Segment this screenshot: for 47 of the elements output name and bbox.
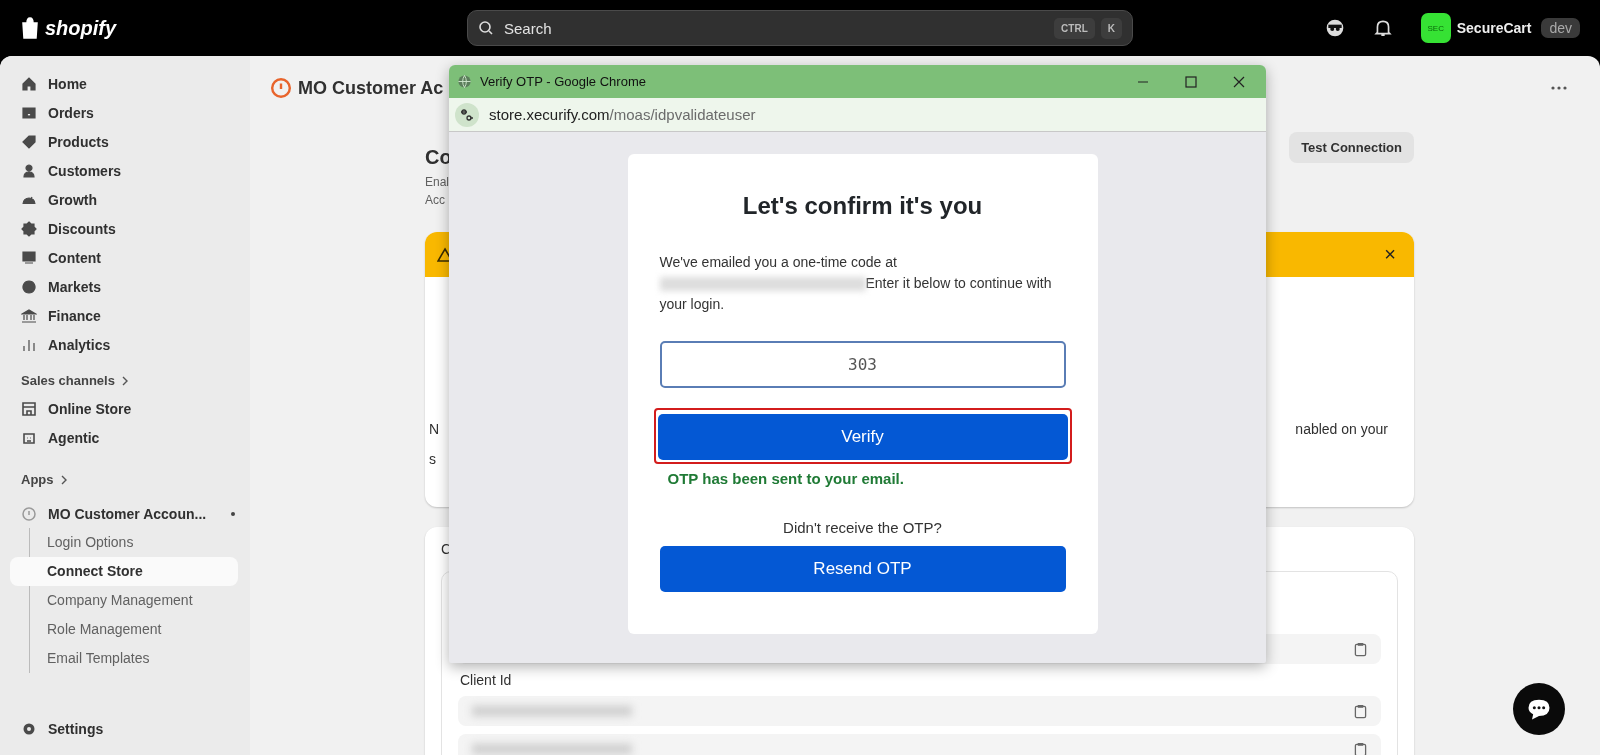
url-text[interactable]: store.xecurify.com/moas/idpvalidateuser bbox=[489, 106, 756, 123]
nav-item[interactable]: Customers bbox=[10, 156, 238, 185]
store-name[interactable]: SecureCart bbox=[1456, 20, 1532, 36]
nav-item[interactable]: Agentic bbox=[10, 423, 238, 452]
logo-text[interactable]: shopify bbox=[45, 16, 117, 40]
test-connection-button[interactable]: Test Connection bbox=[1289, 132, 1414, 163]
close-button[interactable]: × bbox=[1384, 243, 1396, 266]
nav-item[interactable]: Markets bbox=[10, 272, 238, 301]
nav-item[interactable]: Growth bbox=[10, 185, 238, 214]
nav-item[interactable]: Orders bbox=[10, 98, 238, 127]
app-title: MO Customer Ac bbox=[298, 77, 444, 99]
subnav-item[interactable]: Connect Store bbox=[10, 557, 238, 586]
shortcut-key: CTRL bbox=[1054, 17, 1095, 39]
shortcut-key: K bbox=[1100, 17, 1122, 39]
nav-item[interactable]: Analytics bbox=[10, 330, 238, 359]
notice-text: s bbox=[429, 451, 436, 467]
notice-text: N bbox=[429, 421, 440, 437]
nav-item[interactable]: Discounts bbox=[10, 214, 238, 243]
description-text: Enal bbox=[425, 174, 451, 191]
nav-item[interactable]: Finance bbox=[10, 301, 238, 330]
subnav-item[interactable]: Login Options bbox=[10, 528, 238, 557]
resend-prompt: Didn't receive the OTP? bbox=[782, 519, 943, 536]
description-text: Acc bbox=[425, 192, 446, 209]
instruction-text: We've emailed you a one-time code at Enter it below to continue with your login. bbox=[659, 253, 1053, 314]
section-heading[interactable]: Apps bbox=[21, 472, 54, 487]
nav-item[interactable]: Home bbox=[10, 69, 238, 98]
notice-text: nabled on your bbox=[1295, 421, 1388, 437]
store-avatar[interactable]: SEC bbox=[1420, 13, 1451, 43]
search-input[interactable]: Search bbox=[502, 18, 1047, 38]
verify-button[interactable]: Verify bbox=[657, 414, 1068, 460]
nav-item[interactable]: Online Store bbox=[10, 394, 238, 423]
field-label: Client Id bbox=[460, 672, 513, 688]
subnav-item[interactable]: Company Management bbox=[10, 586, 238, 615]
dialog-heading: Let's confirm it's you bbox=[741, 192, 984, 220]
nav-item[interactable]: Products bbox=[10, 127, 238, 156]
subnav-item[interactable]: Email Templates bbox=[10, 644, 238, 673]
dev-tag: dev bbox=[1541, 18, 1580, 38]
status-message: OTP has been sent to your email. bbox=[666, 469, 905, 487]
resend-otp-button[interactable]: Resend OTP bbox=[659, 546, 1066, 592]
nav-item[interactable]: Settings bbox=[10, 714, 238, 743]
nav-item[interactable]: Content bbox=[10, 243, 238, 272]
section-heading[interactable]: Sales channels bbox=[21, 373, 115, 388]
window-title: Verify OTP - Google Chrome bbox=[480, 74, 646, 89]
search-bar[interactable]: Search CTRL K bbox=[467, 10, 1133, 46]
subnav-item[interactable]: Role Management bbox=[10, 615, 238, 644]
otp-input-field[interactable]: 303 bbox=[659, 341, 1066, 388]
nav-item[interactable]: MO Customer Accoun... bbox=[10, 499, 238, 528]
